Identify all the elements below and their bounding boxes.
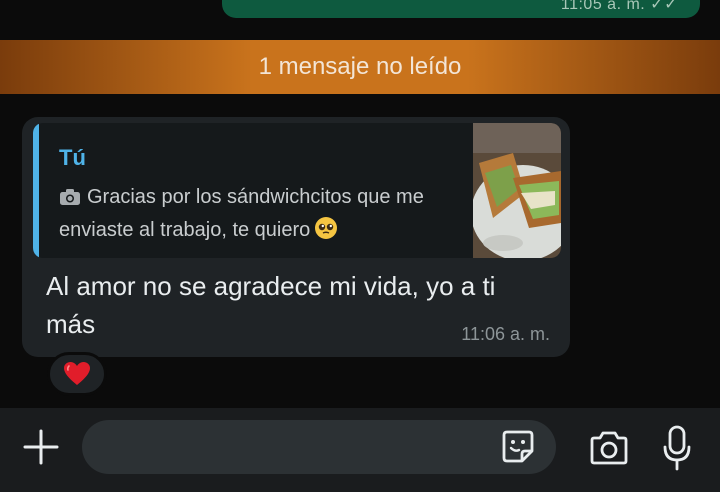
incoming-message-bubble[interactable]: Tú Gracias por los sándwichcitos que me … (22, 117, 570, 357)
mic-icon[interactable] (663, 425, 691, 471)
unread-banner-text: 1 mensaje no leído (258, 53, 462, 80)
message-reaction[interactable] (47, 352, 107, 396)
sandwich-photo-thumbnail[interactable] (473, 123, 561, 258)
quote-body: Gracias por los sándwichcitos que me env… (59, 181, 459, 247)
quote-accent-bar (33, 123, 39, 258)
quoted-message[interactable]: Tú Gracias por los sándwichcitos que me … (33, 123, 561, 258)
message-timestamp: 11:06 a. m. (461, 324, 550, 344)
quote-text: Gracias por los sándwichcitos que me env… (59, 186, 424, 241)
camera-icon (60, 189, 80, 205)
unread-messages-banner: 1 mensaje no leído (0, 40, 720, 94)
heart-icon (64, 362, 90, 385)
chat-screen: 11:05 a. m. ✓✓ 1 mensaje no leído Tú Gra… (0, 0, 720, 492)
camera-icon[interactable] (588, 431, 630, 465)
sandwich-photo (473, 123, 561, 258)
message-input[interactable] (82, 420, 556, 474)
message-input-bar (0, 408, 720, 492)
plus-icon[interactable] (22, 428, 60, 466)
sticker-icon[interactable] (498, 427, 538, 467)
outgoing-message-bubble[interactable]: 11:05 a. m. ✓✓ (222, 0, 700, 18)
pleading-face-emoji (315, 217, 338, 239)
quote-author: Tú (59, 145, 86, 170)
outgoing-message-meta: 11:05 a. m. ✓✓ (560, 0, 678, 13)
